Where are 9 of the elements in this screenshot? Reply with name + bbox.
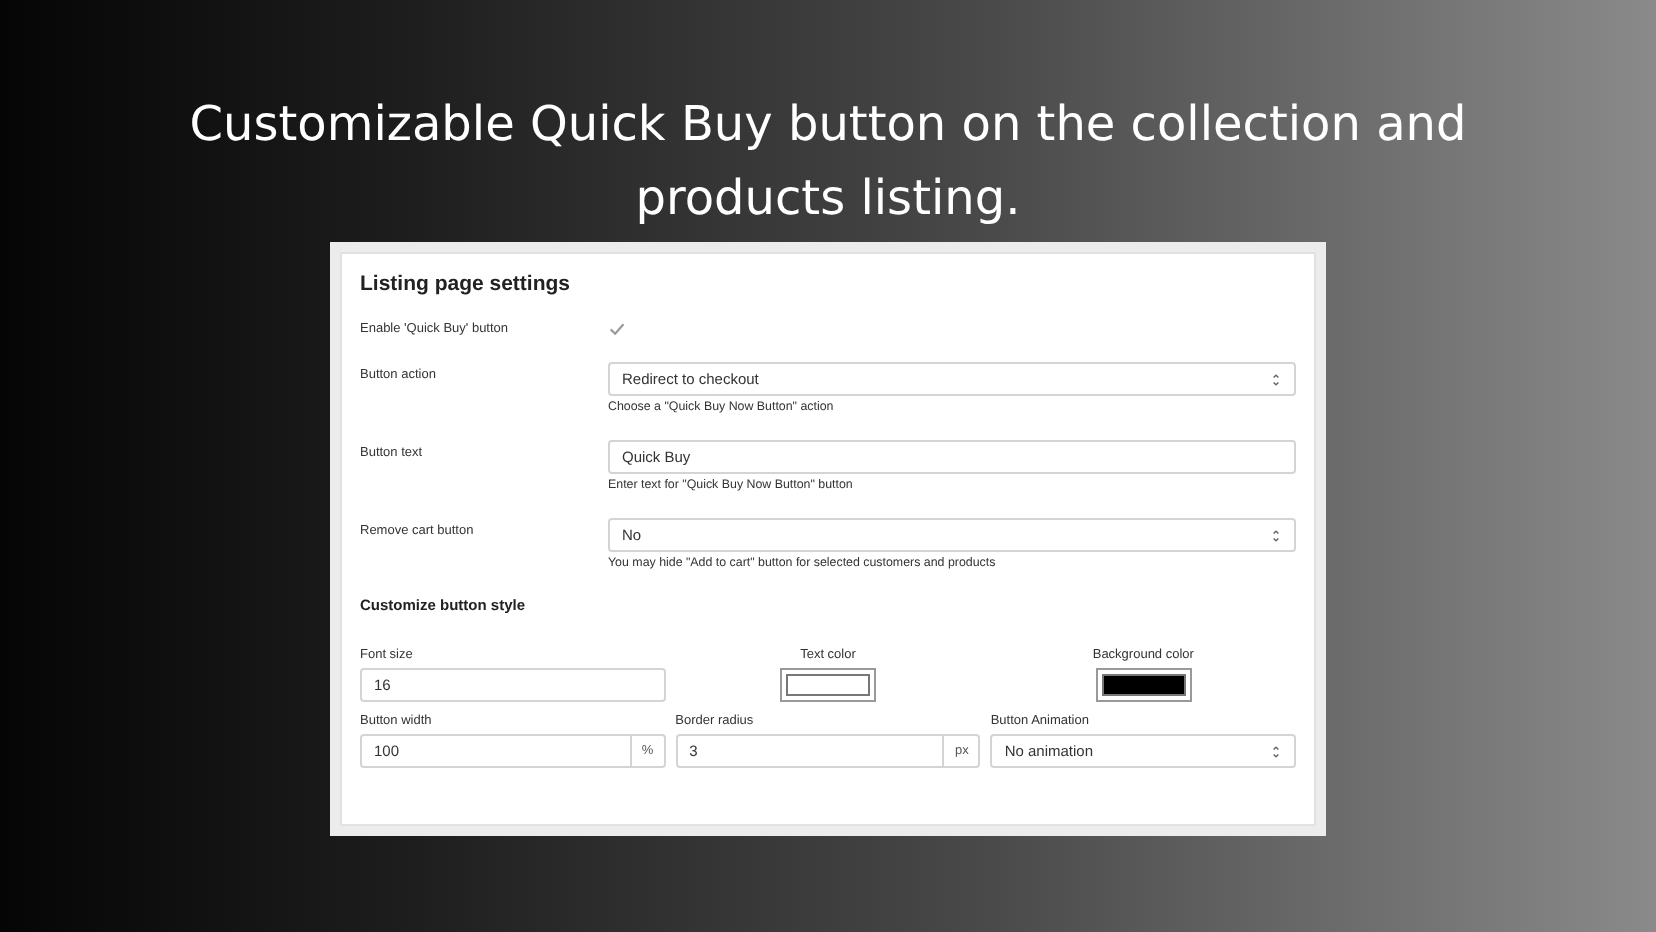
checkbox[interactable] <box>608 320 626 338</box>
panel-title: Listing page settings <box>360 272 573 300</box>
check-icon <box>608 320 626 338</box>
color-swatch[interactable] <box>779 668 876 702</box>
updown-icon <box>1270 743 1282 759</box>
headline: Customizable Quick Buy button on the collection and products listing. <box>187 94 1469 230</box>
updown-icon <box>1270 371 1282 387</box>
color-swatch[interactable] <box>1095 668 1192 702</box>
updown-icon <box>1270 527 1282 543</box>
